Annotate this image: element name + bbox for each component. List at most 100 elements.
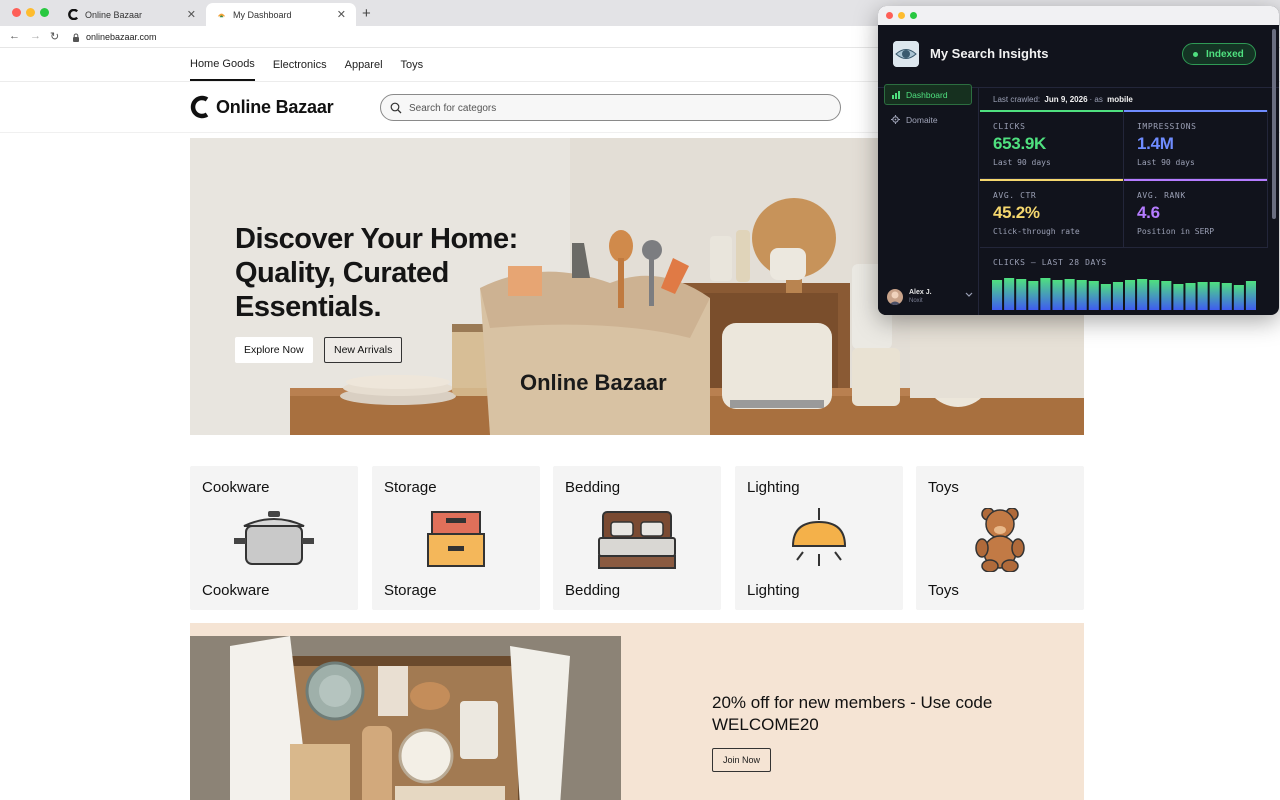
category-nav: Home Goods Electronics Apparel Toys bbox=[190, 48, 423, 81]
search-insights-window: My Search Insights Indexed Dashboard Dom… bbox=[878, 6, 1279, 315]
chart-bar-15 bbox=[1161, 281, 1172, 310]
search-input[interactable] bbox=[409, 100, 809, 116]
indexed-status-badge: Indexed bbox=[1182, 43, 1256, 65]
chart-bar-20 bbox=[1221, 283, 1232, 310]
accent-bar bbox=[980, 110, 1123, 112]
stat-card-clicks: CLICKS 653.9K Last 90 days bbox=[980, 110, 1124, 179]
last-crawled-info: Last crawled: Jun 9, 2026 · as mobile bbox=[980, 88, 1268, 110]
user-org: Noxit bbox=[909, 298, 923, 304]
chart-label: CLICKS – LAST 28 DAYS bbox=[993, 258, 1107, 267]
zoom-window-button[interactable] bbox=[40, 8, 49, 17]
lamp-icon bbox=[791, 508, 847, 566]
insights-minimize-button[interactable] bbox=[898, 12, 905, 19]
teddy-bear-icon bbox=[975, 508, 1025, 572]
stat-value: 45.2% bbox=[993, 203, 1040, 222]
tab-online-bazaar[interactable]: Online Bazaar ✕ bbox=[58, 3, 206, 26]
category-title: Lighting bbox=[747, 479, 800, 496]
category-label: Cookware bbox=[202, 582, 270, 599]
promo-text: 20% off for new members - Use code WELCO… bbox=[712, 693, 993, 734]
category-card-storage[interactable]: Storage Storage bbox=[372, 466, 540, 610]
category-card-bedding[interactable]: Bedding Bedding bbox=[553, 466, 721, 610]
bar-chart-icon bbox=[892, 90, 900, 99]
close-window-button[interactable] bbox=[12, 8, 21, 17]
insights-header: My Search Insights Indexed bbox=[878, 25, 1279, 88]
minimize-window-button[interactable] bbox=[26, 8, 35, 17]
nav-electronics[interactable]: Electronics bbox=[273, 48, 327, 81]
back-arrow-icon[interactable]: ← bbox=[9, 30, 20, 42]
chart-bar-19 bbox=[1209, 282, 1220, 310]
chart-bar-3 bbox=[1016, 279, 1027, 310]
search-icon bbox=[390, 102, 402, 114]
bazaar-favicon-icon bbox=[68, 9, 79, 20]
chevron-down-icon bbox=[965, 292, 973, 297]
tab-close-icon[interactable]: ✕ bbox=[187, 8, 196, 21]
chart-bar-14 bbox=[1149, 280, 1160, 310]
promo-banner: 20% off for new members - Use code WELCO… bbox=[190, 623, 1084, 800]
insights-scrollbar[interactable] bbox=[1272, 25, 1277, 225]
gear-icon bbox=[891, 115, 900, 124]
chart-bar-10 bbox=[1100, 284, 1111, 310]
screen: Online Bazaar ✕ My Dashboard ✕ + ← → ↻ o… bbox=[0, 0, 1280, 800]
reload-icon[interactable]: ↻ bbox=[50, 30, 59, 43]
nav-apparel[interactable]: Apparel bbox=[345, 48, 383, 81]
chart-bar-2 bbox=[1004, 278, 1015, 310]
category-label: Toys bbox=[928, 582, 959, 599]
sidebar-item-domaite[interactable]: Domaite bbox=[884, 109, 972, 130]
scrollbar-thumb[interactable] bbox=[1272, 29, 1276, 219]
explore-now-button[interactable]: Explore Now bbox=[235, 337, 313, 363]
category-title: Bedding bbox=[565, 479, 621, 496]
category-card-cookware[interactable]: Cookware Cookware bbox=[190, 466, 358, 610]
category-card-toys[interactable]: Toys Toys bbox=[916, 466, 1084, 610]
chart-bar-1 bbox=[992, 280, 1003, 310]
nav-home-goods[interactable]: Home Goods bbox=[190, 48, 255, 81]
search-box bbox=[380, 94, 841, 121]
new-tab-button[interactable]: + bbox=[362, 5, 371, 22]
chart-bar-18 bbox=[1197, 282, 1208, 310]
category-label: Storage bbox=[384, 582, 437, 599]
nav-toys[interactable]: Toys bbox=[401, 48, 424, 81]
bed-icon bbox=[598, 511, 676, 569]
bag-brand-text: Online Bazaar bbox=[520, 370, 667, 395]
new-arrivals-button[interactable]: New Arrivals bbox=[324, 337, 403, 363]
url-field[interactable]: onlinebazaar.com bbox=[72, 29, 157, 45]
insights-title: My Search Insights bbox=[930, 46, 1049, 61]
insights-title-bar bbox=[878, 6, 1279, 25]
gift-box-image bbox=[190, 636, 621, 800]
accent-bar bbox=[1124, 179, 1267, 181]
accent-bar bbox=[980, 179, 1123, 181]
user-menu[interactable]: Alex J. Noxit bbox=[887, 287, 973, 307]
forward-arrow-icon[interactable]: → bbox=[30, 30, 41, 42]
sidebar-item-dashboard[interactable]: Dashboard bbox=[884, 84, 972, 105]
chart-bar-7 bbox=[1064, 279, 1075, 310]
chart-bar-5 bbox=[1040, 278, 1051, 310]
crawl-separator: · as bbox=[1089, 94, 1103, 104]
tab-close-icon[interactable]: ✕ bbox=[337, 8, 346, 21]
chart-bar-11 bbox=[1112, 282, 1123, 310]
tab-my-dashboard[interactable]: My Dashboard ✕ bbox=[206, 3, 356, 26]
sidebar-item-label: Dashboard bbox=[906, 89, 948, 100]
insights-zoom-button[interactable] bbox=[910, 12, 917, 19]
insights-close-button[interactable] bbox=[886, 12, 893, 19]
crawl-device: mobile bbox=[1107, 94, 1133, 104]
stat-label: AVG. RANK bbox=[1137, 191, 1186, 200]
chart-bar-6 bbox=[1052, 280, 1063, 310]
join-now-button[interactable]: Join Now bbox=[712, 748, 772, 772]
category-title: Toys bbox=[928, 479, 959, 496]
stat-value: 1.4M bbox=[1137, 134, 1174, 153]
stat-card-ctr: AVG. CTR 45.2% Click-through rate bbox=[980, 179, 1124, 248]
chart-bar-9 bbox=[1088, 281, 1099, 310]
site-logo[interactable]: Online Bazaar bbox=[190, 95, 334, 119]
chart-bar-21 bbox=[1233, 285, 1244, 310]
stat-sub: Last 90 days bbox=[993, 158, 1051, 167]
category-title: Cookware bbox=[202, 479, 270, 496]
chart-bar-12 bbox=[1125, 280, 1136, 310]
bazaar-logo-icon bbox=[190, 95, 209, 119]
category-title: Storage bbox=[384, 479, 437, 496]
stat-card-impressions: IMPRESSIONS 1.4M Last 90 days bbox=[1124, 110, 1268, 179]
category-card-lighting[interactable]: Lighting Lighting bbox=[735, 466, 903, 610]
tab-title: Online Bazaar bbox=[85, 9, 143, 20]
stat-sub: Click-through rate bbox=[993, 227, 1080, 236]
stat-card-rank: AVG. RANK 4.6 Position in SERP bbox=[1124, 179, 1268, 248]
url-text: onlinebazaar.com bbox=[86, 32, 157, 42]
accent-bar bbox=[1124, 110, 1267, 112]
